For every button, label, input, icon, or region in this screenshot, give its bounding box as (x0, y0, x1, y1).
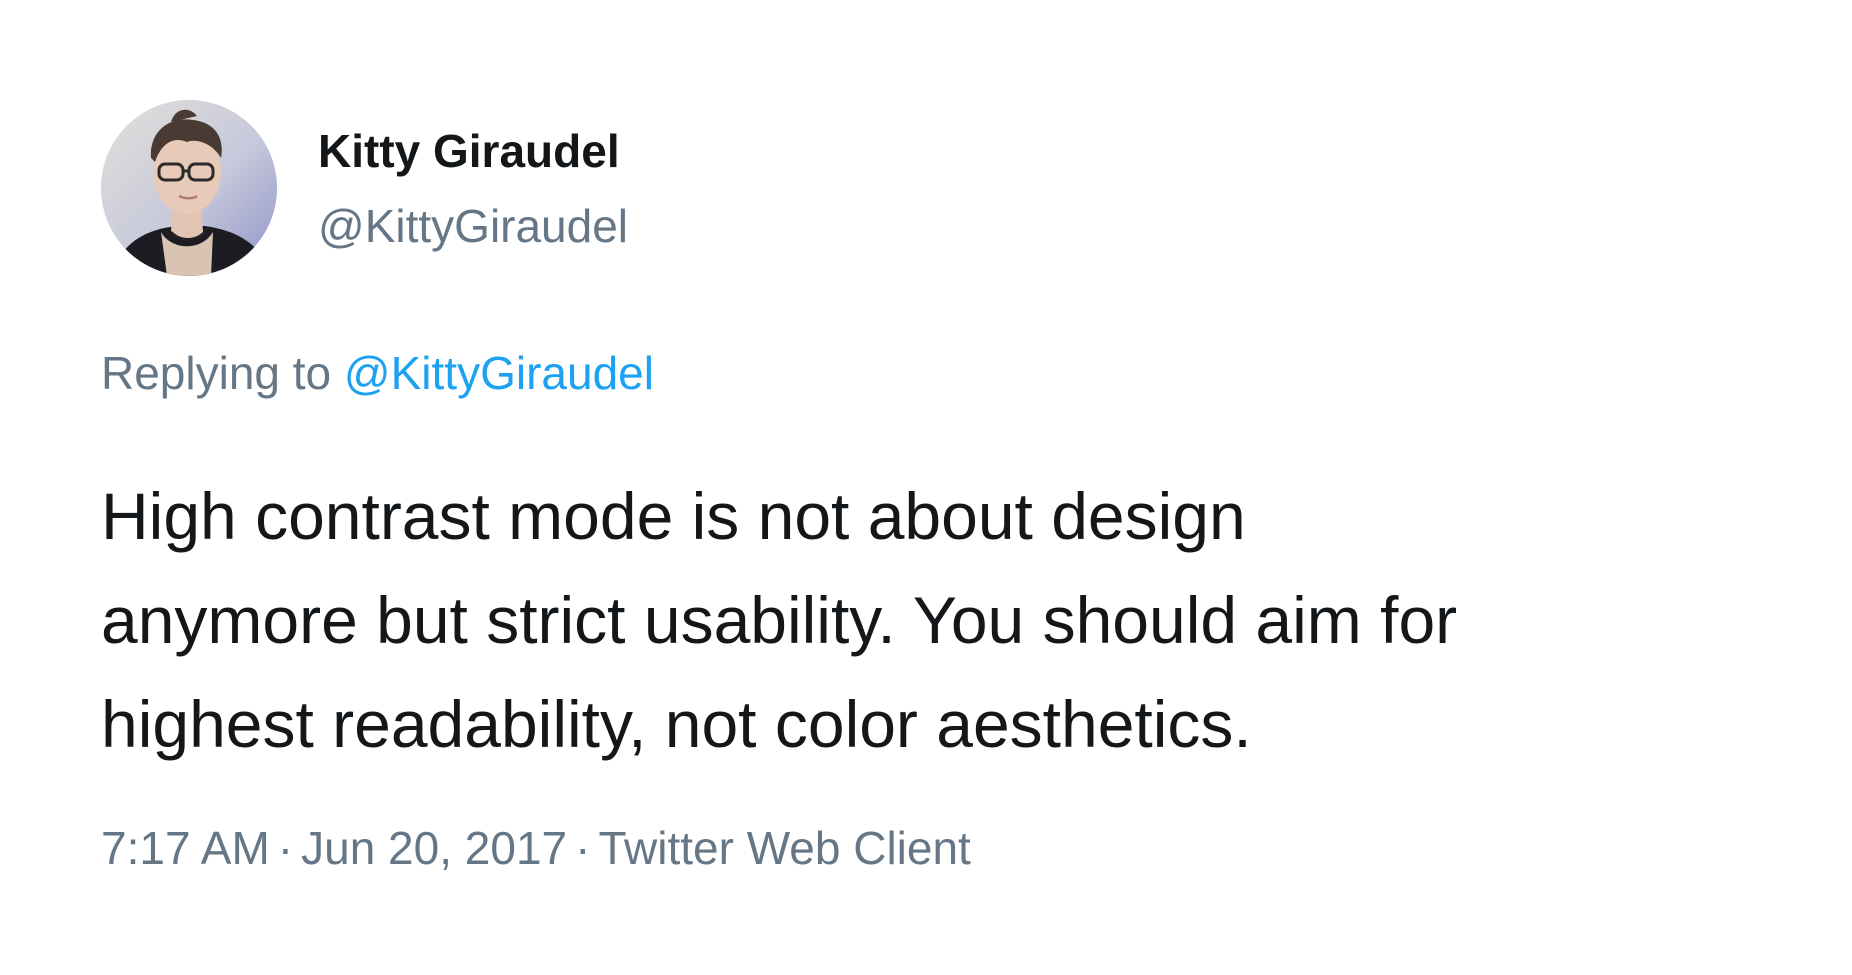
reply-mention-link[interactable]: @KittyGiraudel (344, 347, 654, 399)
tweet-text-line: highest readability, not color aesthetic… (101, 687, 1252, 761)
replying-to: Replying to @KittyGiraudel (101, 345, 654, 401)
tweet-time-link[interactable]: 7:17 AM (101, 822, 270, 874)
author-handle[interactable]: @KittyGiraudel (318, 198, 628, 254)
meta-separator: · (575, 822, 591, 874)
avatar-photo (101, 100, 277, 276)
tweet-text-line: High contrast mode is not about design (101, 479, 1246, 553)
tweet-date-link[interactable]: Jun 20, 2017 (301, 822, 567, 874)
tweet-text: High contrast mode is not about design a… (101, 464, 1801, 776)
tweet-source: Twitter Web Client (598, 822, 971, 874)
tweet-meta: 7:17 AM · Jun 20, 2017 · Twitter Web Client (101, 820, 971, 876)
avatar[interactable] (101, 100, 277, 276)
tweet-card: Kitty Giraudel @KittyGiraudel Replying t… (0, 0, 1852, 975)
tweet-text-line: anymore but strict usability. You should… (101, 583, 1458, 657)
author-display-name[interactable]: Kitty Giraudel (318, 123, 620, 179)
replying-to-label: Replying to (101, 347, 332, 399)
meta-separator: · (277, 822, 294, 874)
